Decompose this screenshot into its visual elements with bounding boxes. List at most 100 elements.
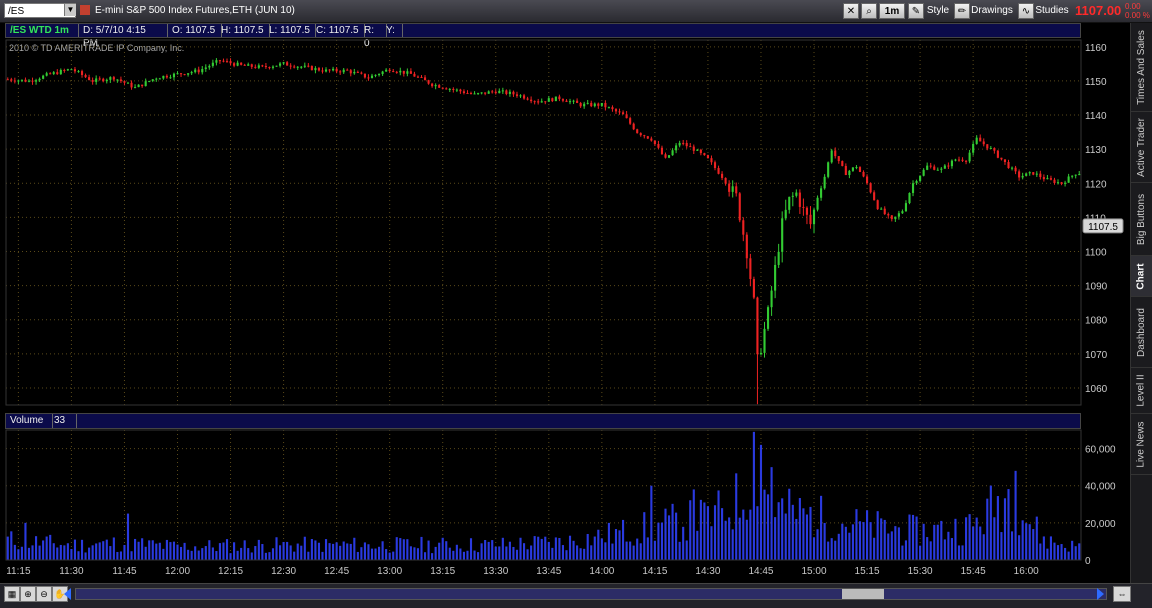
volume-bar	[293, 551, 296, 560]
candle-body	[225, 61, 229, 63]
volume-bar	[593, 536, 596, 560]
grid-icon[interactable]: ▦	[4, 586, 20, 602]
volume-bar	[257, 539, 260, 560]
volume-bar	[904, 540, 908, 560]
candle-body	[805, 207, 809, 215]
zoom-out-icon[interactable]: ⊖	[36, 586, 52, 602]
candle-body	[770, 290, 773, 308]
candle-body	[176, 73, 179, 75]
volume-bar	[201, 548, 204, 560]
candle-body	[413, 73, 416, 77]
candle-body	[738, 193, 741, 221]
candle-body	[798, 192, 801, 207]
tab-chart[interactable]: Chart	[1131, 256, 1152, 297]
candle-body	[385, 69, 388, 72]
zoom-in-icon[interactable]: ⊕	[20, 586, 36, 602]
candle-body	[151, 79, 154, 81]
candle-body	[179, 73, 183, 75]
candle-body	[307, 65, 310, 67]
scroll-right-icon[interactable]	[1097, 588, 1104, 600]
volume-bar	[841, 523, 844, 560]
candle-body	[759, 352, 763, 355]
volume-bar	[855, 509, 858, 560]
candle-body	[533, 101, 536, 103]
volume-bar	[187, 549, 190, 560]
volume-bar	[296, 543, 299, 560]
volume-bar	[49, 534, 52, 560]
candle-body	[1046, 178, 1049, 180]
candle-body	[211, 62, 214, 66]
candle-body	[802, 206, 805, 208]
candle-body	[80, 71, 84, 75]
volume-bar	[183, 542, 186, 560]
tab-label: Big Buttons	[1136, 193, 1147, 245]
time-tick-label: 11:30	[59, 566, 84, 577]
candle-body	[508, 91, 511, 94]
volume-bar	[597, 529, 600, 560]
candle-body	[162, 75, 165, 79]
candle-body	[544, 101, 547, 103]
time-tick-label: 15:15	[855, 566, 880, 577]
volume-tick-label: 60,000	[1085, 445, 1116, 456]
volume-bar	[148, 540, 151, 560]
volume-bar	[791, 504, 794, 560]
tab-times-and-sales[interactable]: Times And Sales	[1131, 23, 1152, 112]
volume-bar	[236, 550, 239, 560]
candle-body	[590, 102, 593, 107]
tab-big-buttons[interactable]: Big Buttons	[1131, 183, 1152, 256]
candle-body	[95, 78, 98, 82]
scroll-left-icon[interactable]	[64, 588, 71, 600]
candle-body	[837, 156, 840, 162]
candle-body	[293, 66, 296, 68]
chart-canvas[interactable]: 1060107010801090110011101120113011401150…	[0, 0, 1130, 583]
volume-bar	[321, 551, 324, 560]
volume-bar	[968, 514, 971, 560]
time-scrollbar[interactable]	[75, 588, 1107, 600]
volume-bar	[774, 517, 777, 560]
candle-body	[1010, 167, 1014, 169]
candle-body	[653, 140, 656, 144]
volume-bar	[802, 508, 805, 560]
volume-bar	[936, 524, 939, 560]
candle-body	[540, 101, 543, 103]
candle-body	[763, 328, 766, 353]
candle-body	[522, 95, 526, 99]
volume-bar	[781, 498, 784, 560]
candle-body	[346, 69, 349, 71]
volume-bar	[795, 518, 798, 560]
expand-icon[interactable]: ⇔	[1113, 586, 1131, 602]
candle-body	[349, 70, 352, 74]
candle-body	[501, 90, 504, 92]
tab-active-trader[interactable]: Active Trader	[1131, 112, 1152, 183]
volume-bar	[565, 550, 568, 560]
volume-bar	[339, 545, 342, 560]
volume-bar	[434, 546, 437, 560]
volume-bar	[537, 536, 540, 560]
volume-bar	[63, 545, 66, 560]
tab-level-ii[interactable]: Level II	[1131, 368, 1152, 414]
volume-bar	[66, 543, 69, 560]
volume-label: Volume	[6, 414, 53, 428]
volume-bar	[137, 541, 140, 560]
tab-live-news[interactable]: Live News	[1131, 414, 1152, 475]
candle-body	[894, 216, 897, 220]
volume-bars	[6, 431, 1081, 560]
side-tabs: Times And Sales Active Trader Big Button…	[1130, 23, 1152, 583]
candle-body	[363, 73, 366, 78]
volume-bar	[77, 551, 80, 560]
volume-bar	[568, 535, 572, 560]
volume-tick-label: 0	[1085, 556, 1091, 567]
volume-bar	[70, 549, 73, 560]
scrollbar-thumb[interactable]	[842, 589, 884, 599]
volume-bar	[943, 539, 946, 560]
candle-body	[597, 103, 600, 106]
price-tick-label: 1060	[1085, 384, 1108, 395]
volume-bar	[1032, 529, 1035, 560]
candle-body	[105, 79, 108, 82]
volume-bar	[583, 548, 586, 560]
candle-body	[1056, 182, 1060, 184]
candle-body	[388, 69, 391, 72]
candle-body	[675, 145, 678, 151]
tab-dashboard[interactable]: Dashboard	[1131, 297, 1152, 368]
candle-body	[766, 307, 770, 329]
